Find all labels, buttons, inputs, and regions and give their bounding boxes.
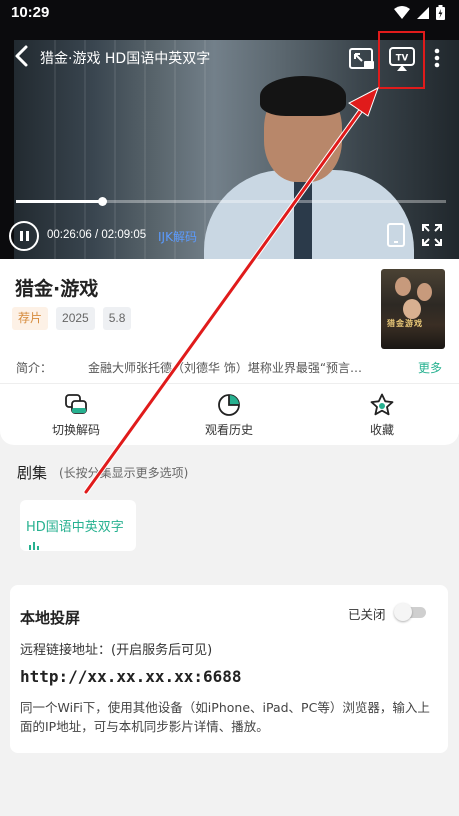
- phone-rotate-icon: [387, 223, 405, 247]
- decoder-label[interactable]: IJK解码: [158, 228, 197, 245]
- synopsis-text: 金融大师张托德（刘德华 饰）堪称业界最强“预言…: [88, 361, 363, 375]
- pip-icon: [349, 48, 374, 69]
- movie-tags: 荐片 2025 5.8: [12, 307, 132, 330]
- episodes-heading: 剧集: [17, 464, 48, 482]
- video-title: 猎金·游戏 HD国语中英双字: [40, 51, 211, 67]
- signal-icon: [417, 6, 429, 19]
- tag-year: 2025: [56, 307, 95, 330]
- switch-decoder-button[interactable]: 切换解码: [16, 392, 136, 442]
- pause-button[interactable]: [9, 221, 39, 251]
- movie-poster[interactable]: 猎金游戏: [381, 269, 445, 349]
- video-player[interactable]: 10:29 猎金·游戏 HD国语中英双字 TV 00:26:06 / 02:09…: [0, 0, 459, 259]
- tag-rating: 5.8: [102, 307, 132, 330]
- playing-indicator-icon: [29, 542, 39, 550]
- synopsis-label: 简介：: [16, 361, 53, 375]
- remote-address: http://xx.xx.xx.xx:6688: [20, 667, 242, 686]
- wifi-icon: [394, 5, 410, 19]
- action-label: 观看历史: [204, 423, 253, 437]
- local-cast-title: 本地投屏: [20, 609, 81, 627]
- progress-fill: [16, 200, 102, 203]
- episodes-hint: (长按分集显示更多选项): [59, 466, 189, 480]
- local-cast-toggle[interactable]: [394, 602, 428, 622]
- picture-in-picture-button[interactable]: [346, 44, 378, 74]
- favorite-button[interactable]: 收藏: [322, 392, 442, 442]
- remote-address-label: 远程链接地址：(开启服务后可见): [20, 643, 213, 658]
- progress-bar[interactable]: [16, 197, 446, 206]
- movie-title: 猎金·游戏: [15, 278, 99, 300]
- local-cast-description: 同一个WiFi下，使用其他设备（如iPhone、iPad、PC等）浏览器，输入上…: [20, 700, 430, 734]
- chevron-left-icon: [15, 45, 28, 67]
- action-label: 收藏: [369, 423, 394, 437]
- poster-title: 猎金游戏: [387, 319, 423, 328]
- status-bar: 10:29: [0, 0, 459, 26]
- watch-history-button[interactable]: 观看历史: [169, 392, 289, 442]
- synopsis-more-link[interactable]: 更多: [418, 359, 442, 376]
- more-vertical-icon: [434, 48, 440, 68]
- pie-chart-icon: [218, 394, 240, 416]
- status-time: 10:29: [11, 4, 50, 21]
- episode-item[interactable]: HD国语中英双字: [20, 500, 136, 551]
- back-button[interactable]: [10, 42, 36, 72]
- local-cast-card: 本地投屏 已关闭 远程链接地址：(开启服务后可见) http://xx.xx.x…: [10, 585, 448, 753]
- episode-label: HD国语中英双字: [26, 520, 124, 535]
- current-time: 00:26:06: [47, 229, 92, 241]
- action-label: 切换解码: [51, 423, 100, 437]
- fullscreen-icon: [422, 224, 442, 246]
- time-separator: /: [91, 229, 102, 241]
- rotate-screen-button[interactable]: [386, 222, 406, 248]
- progress-thumb[interactable]: [98, 197, 107, 206]
- cast-highlight-box: [378, 31, 425, 89]
- star-icon: [370, 393, 394, 416]
- fullscreen-button[interactable]: [420, 222, 444, 248]
- tag-category: 荐片: [12, 307, 49, 330]
- battery-icon: [436, 5, 445, 20]
- total-duration: 02:09:05: [101, 229, 147, 241]
- movie-info-card: 猎金·游戏 荐片 2025 5.8 猎金游戏 简介： 金融大师张托德（刘德华 饰…: [0, 259, 459, 445]
- local-cast-status: 已关闭: [348, 607, 386, 622]
- playback-time: 00:26:06 / 02:09:05: [47, 229, 146, 241]
- divider: [0, 383, 459, 384]
- more-options-button[interactable]: [428, 44, 446, 74]
- switch-decoder-icon: [65, 394, 87, 414]
